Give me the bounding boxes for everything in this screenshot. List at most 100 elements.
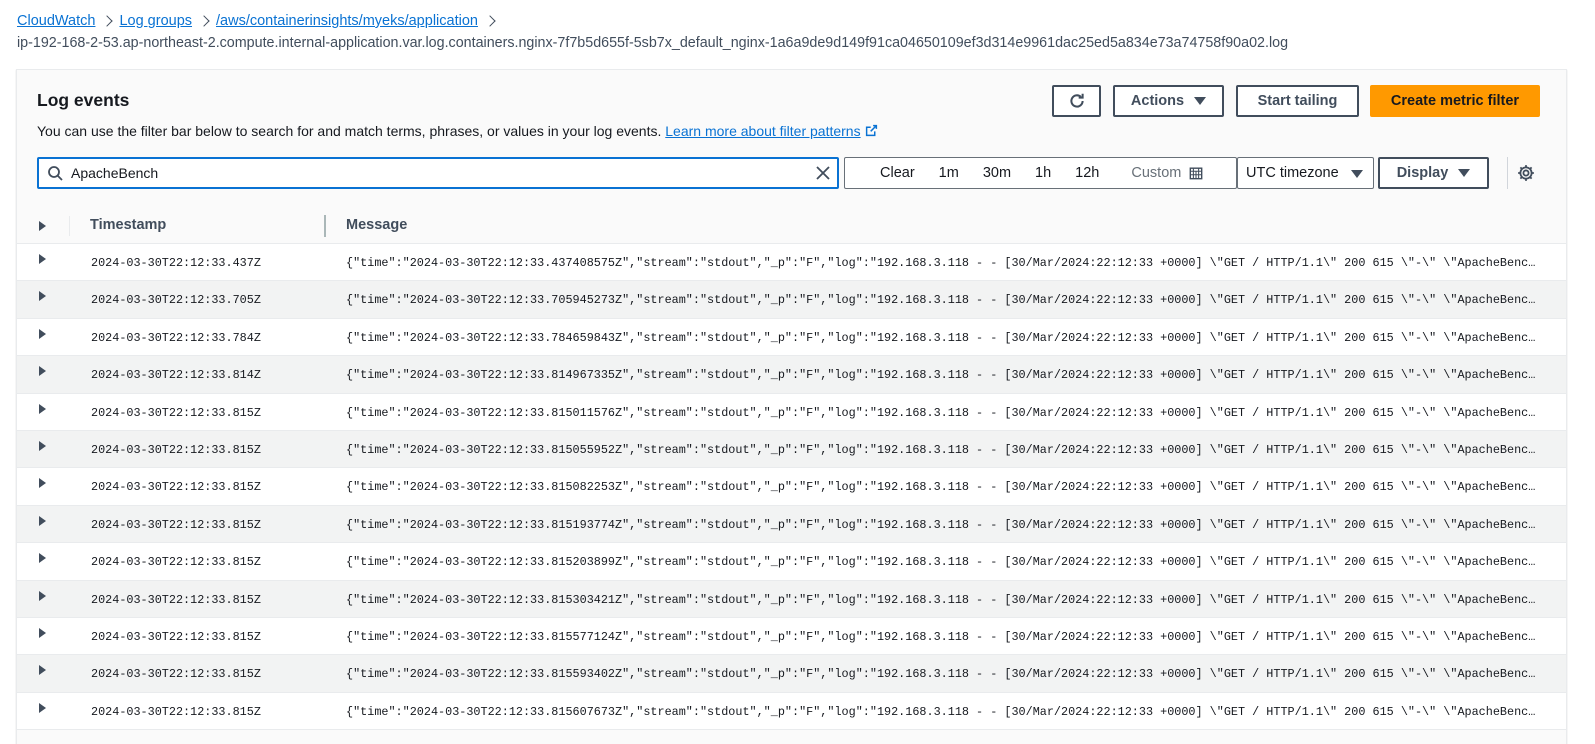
- table-row[interactable]: 2024-03-30T22:12:33.815Z {"time":"2024-03…: [17, 543, 1566, 581]
- expand-all-icon[interactable]: [39, 221, 46, 231]
- row-message: {"time":"2024-03-30T22:12:33.815593402Z"…: [346, 667, 1540, 682]
- caret-down-icon: [1458, 169, 1471, 177]
- table-header: Timestamp Message: [17, 208, 1566, 244]
- actions-label: Actions: [1130, 93, 1185, 109]
- row-timestamp: 2024-03-30T22:12:33.815Z: [91, 704, 261, 719]
- calendar-icon: [1189, 167, 1203, 180]
- gear-icon[interactable]: [1517, 164, 1535, 182]
- row-timestamp: 2024-03-30T22:12:33.815Z: [91, 442, 261, 457]
- expand-row-icon[interactable]: [39, 590, 46, 601]
- create-metric-filter-button[interactable]: Create metric filter: [1370, 85, 1540, 117]
- table-row[interactable]: 2024-03-30T22:12:33.815Z {"time":"2024-03…: [17, 430, 1566, 469]
- breadcrumb-log-group[interactable]: /aws/containerinsights/myeks/application: [216, 13, 478, 29]
- column-resize-handle[interactable]: [324, 215, 326, 237]
- caret-down-icon: [1194, 97, 1207, 105]
- row-timestamp: 2024-03-30T22:12:33.815Z: [91, 629, 261, 644]
- table-row[interactable]: 2024-03-30T22:12:33.437Z {"time":"2024-03…: [17, 244, 1566, 282]
- row-message: {"time":"2024-03-30T22:12:33.705945273Z"…: [346, 293, 1540, 308]
- column-header-timestamp[interactable]: Timestamp: [90, 217, 166, 233]
- refresh-icon: [1069, 93, 1084, 108]
- table-row[interactable]: 2024-03-30T22:12:33.815Z {"time":"2024-03…: [17, 617, 1566, 656]
- range-30m[interactable]: 30m: [971, 165, 1023, 181]
- expand-row-icon[interactable]: [39, 254, 46, 264]
- expand-row-icon[interactable]: [39, 366, 46, 377]
- row-message: {"time":"2024-03-30T22:12:33.815303421Z"…: [346, 592, 1540, 607]
- display-label: Display: [1396, 165, 1449, 181]
- expand-row-icon[interactable]: [39, 440, 46, 451]
- expand-row-icon[interactable]: [39, 515, 46, 526]
- panel-title: Log events: [37, 90, 130, 110]
- row-timestamp: 2024-03-30T22:12:33.815Z: [91, 667, 261, 682]
- row-message: {"time":"2024-03-30T22:12:33.437408575Z"…: [346, 256, 1540, 270]
- table-row[interactable]: 2024-03-30T22:12:33.815Z {"time":"2024-03…: [17, 692, 1566, 731]
- row-timestamp: 2024-03-30T22:12:33.815Z: [91, 592, 261, 607]
- time-range-selector: Clear 1m 30m 1h 12h Custom: [844, 157, 1237, 189]
- filter-search-box: [37, 157, 839, 189]
- table-row[interactable]: 2024-03-30T22:12:33.705Z {"time":"2024-03…: [17, 281, 1566, 319]
- row-message: {"time":"2024-03-30T22:12:33.784659843Z"…: [346, 330, 1540, 345]
- row-timestamp: 2024-03-30T22:12:33.784Z: [91, 330, 261, 345]
- row-message: {"time":"2024-03-30T22:12:33.815082253Z"…: [346, 480, 1540, 495]
- row-timestamp: 2024-03-30T22:12:33.437Z: [91, 256, 261, 270]
- expand-row-icon[interactable]: [39, 553, 46, 564]
- close-icon[interactable]: [815, 165, 831, 181]
- row-timestamp: 2024-03-30T22:12:33.815Z: [91, 555, 261, 570]
- breadcrumb: CloudWatch Log groups /aws/containerinsi…: [17, 11, 502, 31]
- filter-input[interactable]: [71, 165, 791, 181]
- panel-description: You can use the filter bar below to sear…: [37, 123, 878, 139]
- expand-row-icon[interactable]: [39, 291, 46, 302]
- range-clear[interactable]: Clear: [845, 165, 927, 181]
- learn-more-label: Learn more about filter patterns: [665, 123, 861, 139]
- row-timestamp: 2024-03-30T22:12:33.815Z: [91, 517, 261, 532]
- row-timestamp: 2024-03-30T22:12:33.815Z: [91, 480, 261, 495]
- row-message: {"time":"2024-03-30T22:12:33.814967335Z"…: [346, 368, 1540, 383]
- expand-row-icon[interactable]: [39, 403, 46, 414]
- row-timestamp: 2024-03-30T22:12:33.814Z: [91, 368, 261, 383]
- log-events-panel: Log events You can use the filter bar be…: [16, 69, 1567, 744]
- panel-description-text: You can use the filter bar below to sear…: [37, 123, 662, 139]
- table-row[interactable]: 2024-03-30T22:12:33.815Z {"time":"2024-03…: [17, 468, 1566, 506]
- chevron-right-icon: [95, 11, 119, 31]
- column-header-message[interactable]: Message: [346, 217, 407, 233]
- expand-row-icon[interactable]: [39, 478, 46, 489]
- table-row[interactable]: 2024-03-30T22:12:33.814Z {"time":"2024-03…: [17, 356, 1566, 394]
- table-row[interactable]: 2024-03-30T22:12:33.815Z {"time":"2024-03…: [17, 580, 1566, 618]
- expand-row-icon[interactable]: [39, 702, 46, 713]
- range-custom[interactable]: Custom: [1111, 165, 1203, 181]
- range-custom-label: Custom: [1131, 165, 1182, 181]
- chevron-right-icon: [478, 11, 502, 31]
- actions-button[interactable]: Actions: [1113, 85, 1224, 117]
- timezone-select[interactable]: UTC timezone: [1237, 157, 1374, 189]
- refresh-button[interactable]: [1052, 85, 1101, 117]
- display-button[interactable]: Display: [1378, 157, 1489, 189]
- search-icon: [48, 166, 63, 181]
- row-message: {"time":"2024-03-30T22:12:33.815203899Z"…: [346, 555, 1540, 570]
- row-message: {"time":"2024-03-30T22:12:33.815055952Z"…: [346, 442, 1540, 457]
- log-stream-name: ip-192-168-2-53.ap-northeast-2.compute.i…: [17, 35, 1289, 51]
- range-1m[interactable]: 1m: [927, 165, 971, 181]
- start-tailing-button[interactable]: Start tailing: [1236, 85, 1359, 117]
- table-row[interactable]: 2024-03-30T22:12:33.815Z {"time":"2024-03…: [17, 393, 1566, 431]
- expand-row-icon[interactable]: [39, 328, 46, 339]
- breadcrumb-cloudwatch[interactable]: CloudWatch: [17, 13, 95, 29]
- table-row[interactable]: 2024-03-30T22:12:33.784Z {"time":"2024-03…: [17, 318, 1566, 357]
- chevron-right-icon: [192, 11, 216, 31]
- table-row[interactable]: 2024-03-30T22:12:33.815Z {"time":"2024-03…: [17, 655, 1566, 693]
- table-body: 2024-03-30T22:12:33.437Z {"time":"2024-03…: [17, 244, 1566, 731]
- timezone-value: UTC timezone: [1246, 165, 1339, 181]
- row-timestamp: 2024-03-30T22:12:33.815Z: [91, 405, 261, 420]
- row-message: {"time":"2024-03-30T22:12:33.815193774Z"…: [346, 517, 1540, 532]
- learn-more-link[interactable]: Learn more about filter patterns: [665, 123, 877, 139]
- table-row[interactable]: 2024-03-30T22:12:33.815Z {"time":"2024-03…: [17, 505, 1566, 544]
- expand-row-icon[interactable]: [39, 627, 46, 638]
- expand-row-icon[interactable]: [39, 665, 46, 676]
- breadcrumb-log-groups[interactable]: Log groups: [119, 13, 192, 29]
- row-message: {"time":"2024-03-30T22:12:33.815577124Z"…: [346, 629, 1540, 644]
- log-events-table: Timestamp Message 2024-03-30T22:12:33.43…: [17, 208, 1566, 731]
- row-message: {"time":"2024-03-30T22:12:33.815011576Z"…: [346, 405, 1540, 420]
- range-12h[interactable]: 12h: [1063, 165, 1111, 181]
- external-link-icon: [865, 124, 877, 137]
- caret-down-icon: [1351, 170, 1363, 178]
- range-1h[interactable]: 1h: [1023, 165, 1063, 181]
- column-divider: [69, 216, 70, 236]
